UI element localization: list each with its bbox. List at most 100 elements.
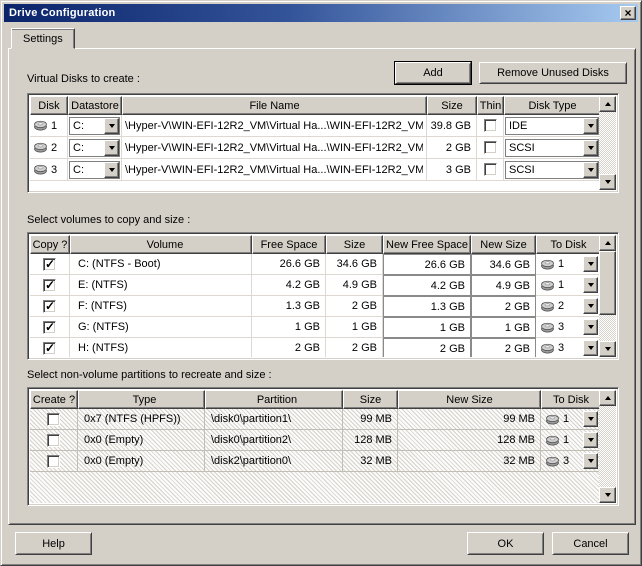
new-size-cell: 99 MB [398, 409, 541, 430]
vertical-scrollbar[interactable] [599, 390, 616, 503]
volume-row[interactable]: G: (NTFS) 1 GB 1 GB 1 GB 1 GB 3 [30, 317, 599, 338]
to-disk-dropdown-button[interactable] [583, 319, 598, 335]
partitions-label: Select non-volume partitions to recreate… [27, 369, 272, 381]
column-header-datastore[interactable]: Datastore [68, 96, 122, 115]
column-header-new-size[interactable]: New Size [398, 390, 541, 409]
disk-type-select[interactable]: IDE [505, 117, 599, 135]
disk-type-select[interactable]: SCSI [505, 161, 599, 179]
new-size-field[interactable]: 4.9 GB [471, 275, 536, 296]
scroll-up-button[interactable] [599, 96, 616, 112]
datastore-select[interactable]: C: [69, 139, 120, 157]
close-button[interactable]: × [620, 6, 636, 20]
new-free-space-field[interactable]: 1 GB [383, 317, 471, 338]
scroll-down-button[interactable] [599, 487, 616, 503]
partition-row[interactable]: 0x0 (Empty) \disk2\partition0\ 32 MB 32 … [30, 451, 599, 472]
copy-checkbox[interactable] [43, 321, 56, 334]
file-name-cell: \Hyper-V\WIN-EFI-12R2_VM\Virtual Ha...\W… [122, 137, 427, 159]
create-checkbox[interactable] [47, 413, 60, 426]
cancel-button[interactable]: Cancel [552, 532, 629, 555]
column-header-copy[interactable]: Copy ? [30, 235, 70, 254]
volume-row[interactable]: H: (NTFS) 2 GB 2 GB 2 GB 2 GB 3 [30, 338, 599, 357]
column-header-file-name[interactable]: File Name [122, 96, 427, 115]
dropdown-button[interactable] [104, 140, 119, 156]
column-header-to-disk[interactable]: To Disk [536, 235, 601, 254]
column-header-partition[interactable]: Partition [205, 390, 343, 409]
thin-checkbox[interactable] [484, 163, 497, 176]
titlebar[interactable]: Drive Configuration × [4, 4, 638, 22]
create-checkbox[interactable] [47, 455, 60, 468]
dropdown-button[interactable] [104, 118, 119, 134]
column-header-disk-type[interactable]: Disk Type [504, 96, 601, 115]
partition-row[interactable]: 0x7 (NTFS (HPFS)) \disk0\partition1\ 99 … [30, 409, 599, 430]
to-disk-dropdown-button[interactable] [583, 277, 598, 293]
dropdown-button[interactable] [583, 118, 598, 134]
new-free-space-field[interactable]: 4.2 GB [383, 275, 471, 296]
thin-checkbox[interactable] [484, 119, 497, 132]
to-disk-dropdown-button[interactable] [583, 432, 598, 448]
column-header-volume[interactable]: Volume [70, 235, 252, 254]
scroll-up-button[interactable] [599, 235, 616, 251]
thin-checkbox[interactable] [484, 141, 497, 154]
help-button[interactable]: Help [15, 532, 92, 555]
column-header-free-space[interactable]: Free Space [252, 235, 326, 254]
column-header-create[interactable]: Create ? [30, 390, 78, 409]
free-space-cell: 2 GB [252, 338, 326, 357]
column-header-type[interactable]: Type [78, 390, 205, 409]
new-free-space-field[interactable]: 1.3 GB [383, 296, 471, 317]
copy-checkbox[interactable] [43, 279, 56, 292]
column-header-new-free-space[interactable]: New Free Space [383, 235, 471, 254]
create-checkbox[interactable] [47, 434, 60, 447]
scrollbar-thumb[interactable] [599, 251, 616, 315]
vertical-scrollbar[interactable] [599, 96, 616, 190]
scroll-down-button[interactable] [599, 341, 616, 357]
new-size-field[interactable]: 1 GB [471, 317, 536, 338]
disk-type-select[interactable]: SCSI [505, 139, 599, 157]
dropdown-button[interactable] [583, 140, 598, 156]
to-disk-dropdown-button[interactable] [583, 453, 598, 469]
virtual-disk-row[interactable]: 2 C: \Hyper-V\WIN-EFI-12R2_VM\Virtual Ha… [30, 137, 599, 159]
vertical-scrollbar[interactable] [599, 235, 616, 357]
disk-icon [33, 120, 48, 131]
disk-icon [33, 142, 48, 153]
copy-checkbox[interactable] [43, 258, 56, 271]
to-disk-number: 3 [558, 342, 564, 354]
disk-icon [540, 343, 555, 354]
column-header-new-size[interactable]: New Size [471, 235, 536, 254]
new-size-field[interactable]: 2 GB [471, 338, 536, 357]
dropdown-button[interactable] [583, 162, 598, 178]
datastore-select[interactable]: C: [69, 161, 120, 179]
to-disk-dropdown-button[interactable] [583, 298, 598, 314]
disk-icon [545, 435, 560, 446]
to-disk-dropdown-button[interactable] [583, 256, 598, 272]
column-header-size[interactable]: Size [326, 235, 383, 254]
new-free-space-field[interactable]: 26.6 GB [383, 254, 471, 275]
new-size-field[interactable]: 34.6 GB [471, 254, 536, 275]
tab-settings[interactable]: Settings [11, 28, 75, 49]
remove-unused-disks-button[interactable]: Remove Unused Disks [479, 62, 627, 84]
ok-button[interactable]: OK [467, 532, 544, 555]
dropdown-button[interactable] [104, 162, 119, 178]
copy-checkbox[interactable] [43, 342, 56, 355]
to-disk-dropdown-button[interactable] [583, 411, 598, 427]
column-header-thin[interactable]: Thin [477, 96, 504, 115]
copy-checkbox[interactable] [43, 300, 56, 313]
volume-row[interactable]: F: (NTFS) 1.3 GB 2 GB 1.3 GB 2 GB 2 [30, 296, 599, 317]
virtual-disk-row[interactable]: 3 C: \Hyper-V\WIN-EFI-12R2_VM\Virtual Ha… [30, 159, 599, 181]
to-disk-dropdown-button[interactable] [583, 340, 598, 356]
partition-row[interactable]: 0x0 (Empty) \disk0\partition2\ 128 MB 12… [30, 430, 599, 451]
scroll-down-button[interactable] [599, 174, 616, 190]
triangle-up-icon [605, 396, 611, 400]
column-header-size[interactable]: Size [343, 390, 398, 409]
column-header-to-disk[interactable]: To Disk [541, 390, 601, 409]
column-header-disk[interactable]: Disk [30, 96, 68, 115]
column-header-size[interactable]: Size [427, 96, 477, 115]
volume-row[interactable]: E: (NTFS) 4.2 GB 4.9 GB 4.2 GB 4.9 GB 1 [30, 275, 599, 296]
datastore-select[interactable]: C: [69, 117, 120, 135]
volume-row[interactable]: C: (NTFS - Boot) 26.6 GB 34.6 GB 26.6 GB… [30, 254, 599, 275]
virtual-disk-row[interactable]: 1 C: \Hyper-V\WIN-EFI-12R2_VM\Virtual Ha… [30, 115, 599, 137]
add-button[interactable]: Add [395, 62, 471, 84]
scroll-up-button[interactable] [599, 390, 616, 406]
new-free-space-field[interactable]: 2 GB [383, 338, 471, 357]
virtual-disks-label: Virtual Disks to create : [27, 73, 140, 85]
new-size-field[interactable]: 2 GB [471, 296, 536, 317]
